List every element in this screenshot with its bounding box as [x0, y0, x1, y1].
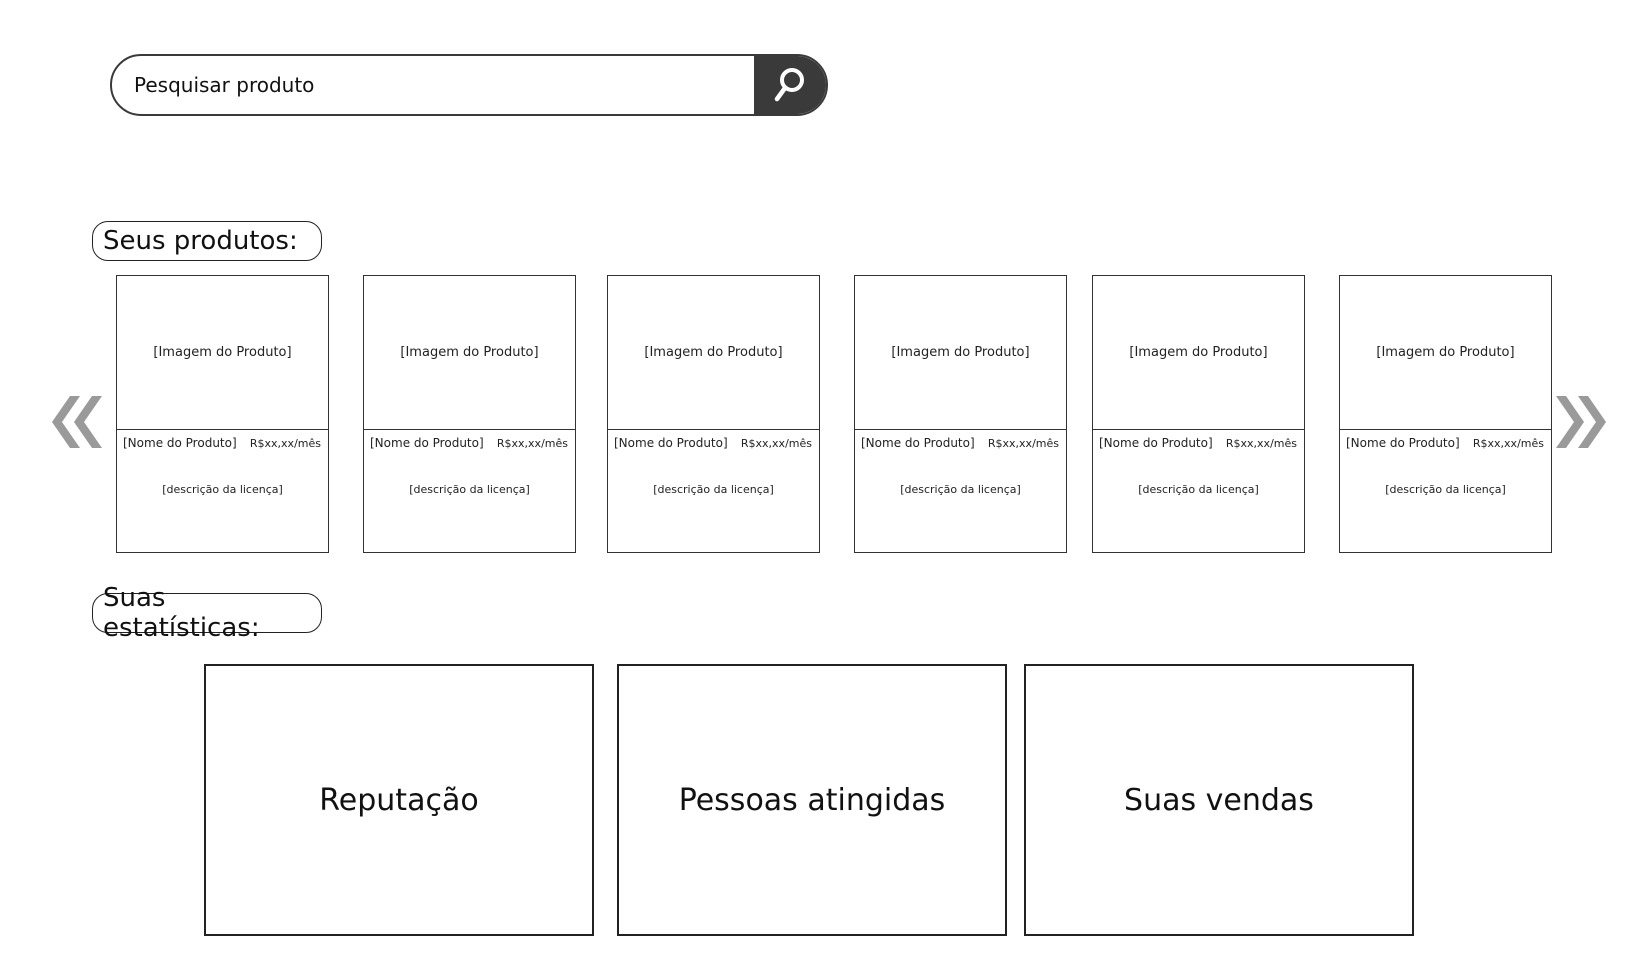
product-price: R$xx,xx/mês [987, 437, 1059, 450]
product-name: [Nome do Produto] [123, 436, 237, 450]
product-price: R$xx,xx/mês [1472, 437, 1544, 450]
product-card[interactable]: [Imagem do Produto] [Nome do Produto] R$… [854, 275, 1067, 553]
stat-reach-card[interactable]: Pessoas atingidas [617, 664, 1007, 936]
search-icon [774, 68, 804, 102]
double-chevron-left-icon [52, 396, 102, 448]
stats-section-label: Suas estatísticas: [92, 583, 322, 643]
product-name: [Nome do Produto] [1099, 436, 1213, 450]
product-image-placeholder: [Imagem do Produto] [1093, 276, 1304, 430]
product-price: R$xx,xx/mês [496, 437, 568, 450]
product-description: [descrição da licença] [1138, 483, 1259, 496]
product-image-placeholder: [Imagem do Produto] [1340, 276, 1551, 430]
stat-sales-label: Suas vendas [1124, 782, 1314, 818]
product-description: [descrição da licença] [409, 483, 530, 496]
double-chevron-right-icon [1556, 396, 1606, 448]
stat-sales-card[interactable]: Suas vendas [1024, 664, 1414, 936]
product-card[interactable]: [Imagem do Produto] [Nome do Produto] R$… [607, 275, 820, 553]
stat-reputation-label: Reputação [319, 782, 479, 818]
product-image-placeholder: [Imagem do Produto] [608, 276, 819, 430]
product-card[interactable]: [Imagem do Produto] [Nome do Produto] R$… [1092, 275, 1305, 553]
product-price: R$xx,xx/mês [249, 437, 321, 450]
product-image-placeholder: [Imagem do Produto] [364, 276, 575, 430]
product-description: [descrição da licença] [653, 483, 774, 496]
product-description: [descrição da licença] [162, 483, 283, 496]
page: Seus produtos: [Imagem do Produto] [Nome… [0, 0, 1636, 958]
product-image-placeholder: [Imagem do Produto] [855, 276, 1066, 430]
product-price: R$xx,xx/mês [1225, 437, 1297, 450]
product-description: [descrição da licença] [900, 483, 1021, 496]
product-name: [Nome do Produto] [861, 436, 975, 450]
carousel-prev-button[interactable] [46, 374, 110, 470]
product-card[interactable]: [Imagem do Produto] [Nome do Produto] R$… [363, 275, 576, 553]
products-section-label: Seus produtos: [92, 221, 322, 261]
product-name: [Nome do Produto] [370, 436, 484, 450]
search-button[interactable] [754, 56, 826, 114]
product-price: R$xx,xx/mês [740, 437, 812, 450]
stat-reputation-card[interactable]: Reputação [204, 664, 594, 936]
product-image-placeholder: [Imagem do Produto] [117, 276, 328, 430]
search-bar [110, 54, 828, 116]
product-card[interactable]: [Imagem do Produto] [Nome do Produto] R$… [116, 275, 329, 553]
stat-reach-label: Pessoas atingidas [678, 782, 946, 818]
carousel-next-button[interactable] [1548, 374, 1612, 470]
product-name: [Nome do Produto] [1346, 436, 1460, 450]
product-card[interactable]: [Imagem do Produto] [Nome do Produto] R$… [1339, 275, 1552, 553]
product-name: [Nome do Produto] [614, 436, 728, 450]
search-input[interactable] [112, 56, 754, 114]
product-description: [descrição da licença] [1385, 483, 1506, 496]
